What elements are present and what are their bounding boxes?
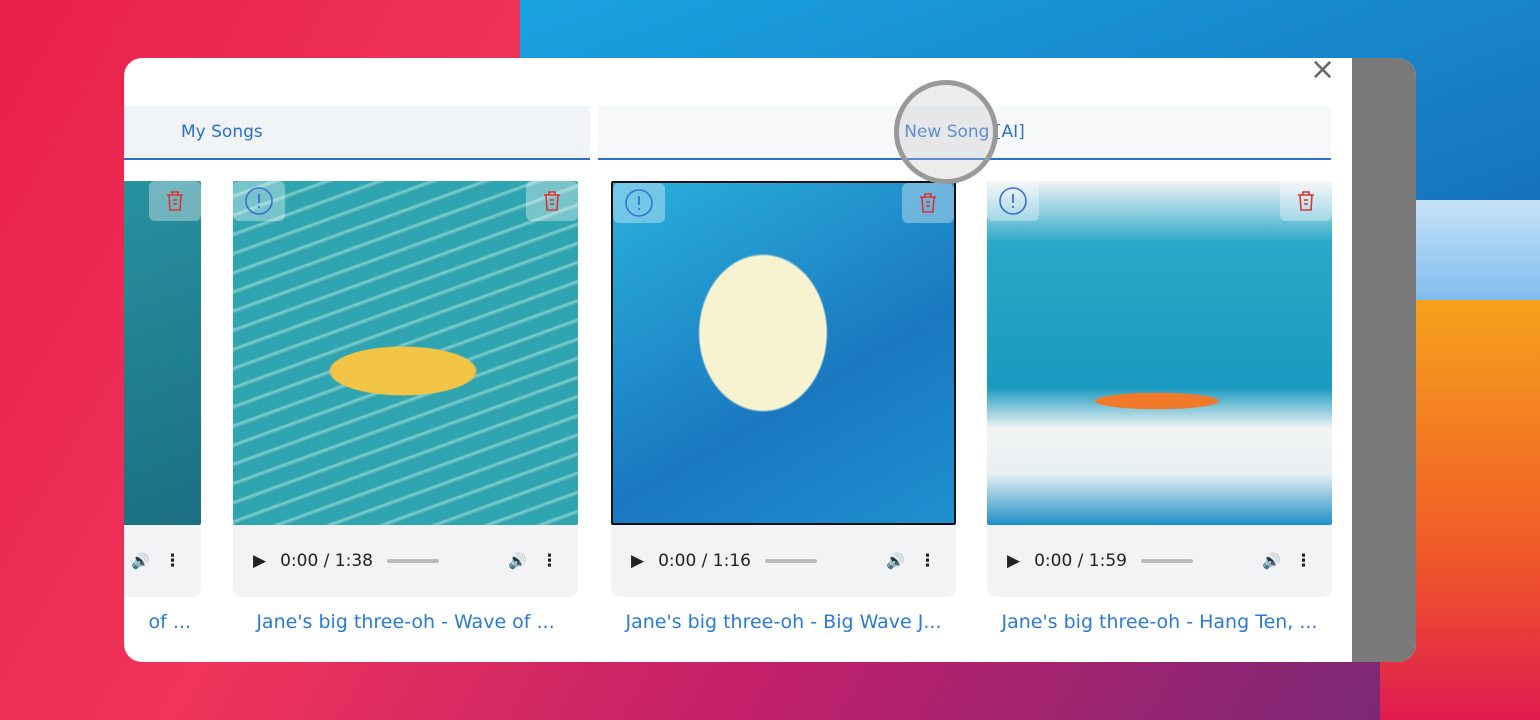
wallpaper-light: [1400, 200, 1540, 310]
more-options-icon[interactable]: ⋮: [1295, 551, 1312, 571]
song-title-link[interactable]: Jane's big three-oh - Big Wave J...: [611, 611, 956, 633]
time-display: 0:00 / 1:38: [280, 551, 373, 571]
audio-player[interactable]: ▶ 0:00 / 1:59 🔊 ⋮: [987, 525, 1332, 597]
close-icon[interactable]: ×: [1310, 58, 1335, 87]
tab-label: My Songs: [181, 122, 263, 142]
tab-my-songs[interactable]: My Songs: [124, 106, 590, 160]
song-card: 🔊 ⋮ of ...: [124, 181, 201, 633]
trash-icon: [167, 191, 183, 211]
cursor-highlight: [894, 80, 998, 184]
info-button[interactable]: [613, 183, 665, 223]
time-display: 0:00 / 1:16: [658, 551, 751, 571]
more-options-icon[interactable]: ⋮: [541, 551, 558, 571]
more-options-icon[interactable]: ⋮: [919, 551, 936, 571]
song-card: ▶ 0:00 / 1:16 🔊 ⋮ Jane's big three-oh - Big…: [611, 181, 956, 633]
song-title-link[interactable]: of ...: [124, 611, 201, 633]
info-icon: [999, 187, 1027, 215]
audio-player[interactable]: ▶ 0:00 / 1:16 🔊 ⋮: [611, 525, 956, 597]
info-button[interactable]: [233, 181, 285, 221]
songs-modal: × My Songs New Song [AI] 🔊 ⋮ of ... ▶ 0:00…: [124, 58, 1416, 662]
song-image: [611, 181, 956, 525]
info-icon: [625, 189, 653, 217]
volume-icon[interactable]: 🔊: [508, 552, 527, 570]
info-icon: [245, 187, 273, 215]
delete-button[interactable]: [149, 181, 201, 221]
volume-icon[interactable]: 🔊: [131, 552, 150, 570]
audio-player[interactable]: 🔊 ⋮: [124, 525, 201, 597]
delete-button[interactable]: [526, 181, 578, 221]
audio-player[interactable]: ▶ 0:00 / 1:38 🔊 ⋮: [233, 525, 578, 597]
trash-icon: [1298, 191, 1314, 211]
song-card: ▶ 0:00 / 1:59 🔊 ⋮ Jane's big three-oh - Han…: [987, 181, 1332, 633]
song-image: [987, 181, 1332, 525]
info-button[interactable]: [987, 181, 1039, 221]
song-image: [124, 181, 201, 525]
play-icon[interactable]: ▶: [631, 551, 644, 571]
delete-button[interactable]: [1280, 181, 1332, 221]
song-title: of ...: [148, 611, 191, 633]
scrollbar-strip[interactable]: [1352, 58, 1416, 662]
seek-bar[interactable]: [764, 559, 817, 563]
song-card: ▶ 0:00 / 1:38 🔊 ⋮ Jane's big three-oh - Wav…: [233, 181, 578, 633]
play-icon[interactable]: ▶: [1007, 551, 1020, 571]
more-options-icon[interactable]: ⋮: [164, 551, 181, 571]
seek-bar[interactable]: [1140, 559, 1193, 563]
delete-button[interactable]: [902, 183, 954, 223]
time-display: 0:00 / 1:59: [1034, 551, 1127, 571]
song-title-link[interactable]: Jane's big three-oh - Wave of ...: [233, 611, 578, 633]
volume-icon[interactable]: 🔊: [886, 552, 905, 570]
song-title-link[interactable]: Jane's big three-oh - Hang Ten, ...: [987, 611, 1332, 633]
volume-icon[interactable]: 🔊: [1262, 552, 1281, 570]
trash-icon: [920, 193, 936, 213]
play-icon[interactable]: ▶: [253, 551, 266, 571]
trash-icon: [544, 191, 560, 211]
song-image: [233, 181, 578, 525]
seek-bar[interactable]: [386, 559, 439, 563]
